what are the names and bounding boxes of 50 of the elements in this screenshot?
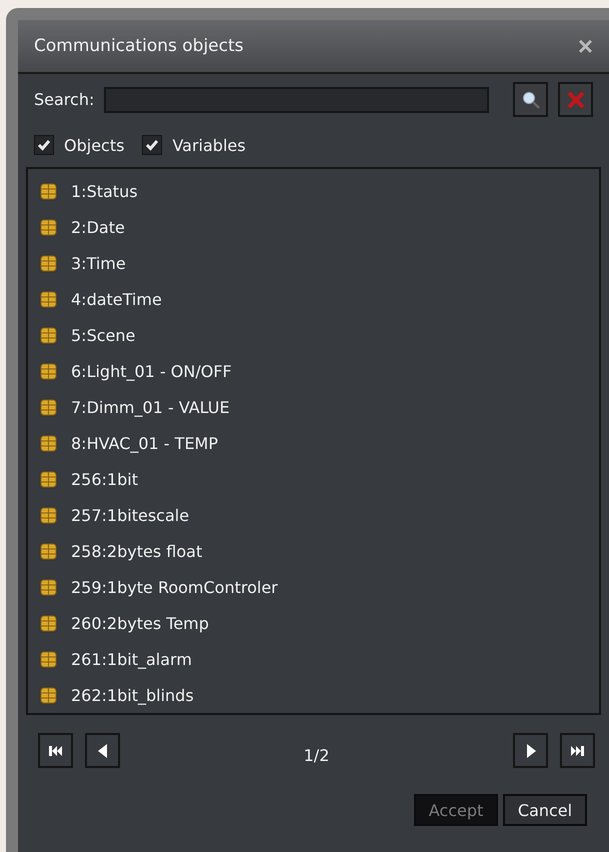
list-item[interactable]: 8:HVAC_01 - TEMP — [71, 434, 218, 452]
list-item[interactable]: 7:Dimm_01 - VALUE — [71, 398, 230, 416]
last-page-button[interactable] — [560, 733, 595, 768]
search-field[interactable] — [104, 86, 489, 112]
package-icon — [40, 254, 57, 272]
checkbox[interactable] — [34, 135, 54, 155]
package-icon — [40, 218, 57, 236]
search-icon — [520, 90, 540, 110]
list-item[interactable]: 261:1bit_alarm — [71, 650, 192, 668]
checkbox-label: Variables — [172, 136, 246, 154]
checkbox-label: Objects — [64, 136, 124, 154]
list-item[interactable]: 4:dateTime — [71, 290, 162, 308]
package-icon — [40, 362, 57, 380]
list-item[interactable]: 258:2bytes float — [71, 542, 202, 560]
search-label: Search: — [34, 90, 94, 109]
package-icon — [40, 326, 57, 344]
package-icon — [40, 290, 57, 308]
list-item[interactable]: 6:Light_01 - ON/OFF — [71, 362, 232, 380]
list-item[interactable]: 262:1bit_blinds — [71, 686, 194, 704]
next-page-button[interactable] — [513, 733, 548, 768]
package-icon — [40, 614, 57, 632]
package-icon — [40, 650, 57, 668]
checkbox[interactable] — [142, 135, 162, 155]
clear-button[interactable] — [558, 82, 593, 117]
package-icon — [40, 182, 57, 200]
close-button[interactable]: × — [578, 30, 593, 62]
search-button[interactable] — [513, 82, 548, 117]
list-item[interactable]: 257:1bitescale — [71, 506, 190, 524]
package-icon — [40, 434, 57, 452]
package-icon — [40, 686, 57, 704]
package-icon — [40, 470, 57, 488]
list-item[interactable]: 260:2bytes Temp — [71, 614, 209, 632]
list-item[interactable]: 2:Date — [71, 218, 125, 236]
list-item[interactable]: 259:1byte RoomControler — [71, 578, 278, 596]
previous-page-button[interactable] — [85, 733, 120, 768]
list-item[interactable]: 3:Time — [71, 254, 126, 272]
page-indicator: 1/2 — [302, 745, 330, 765]
package-icon — [40, 506, 57, 524]
list-item[interactable]: 5:Scene — [71, 326, 136, 344]
package-icon — [40, 578, 57, 596]
package-icon — [40, 542, 57, 560]
window-title: Communications objects — [34, 36, 244, 56]
package-icon — [40, 398, 57, 416]
close-icon — [564, 88, 586, 110]
checkmark-icon — [145, 138, 160, 152]
checkmark-icon — [37, 138, 51, 152]
list-item[interactable]: 256:1bit — [71, 470, 138, 488]
cancel-button[interactable]: Cancel — [503, 794, 587, 826]
first-page-button[interactable] — [38, 733, 73, 768]
list-item[interactable]: 1:Status — [71, 182, 138, 200]
